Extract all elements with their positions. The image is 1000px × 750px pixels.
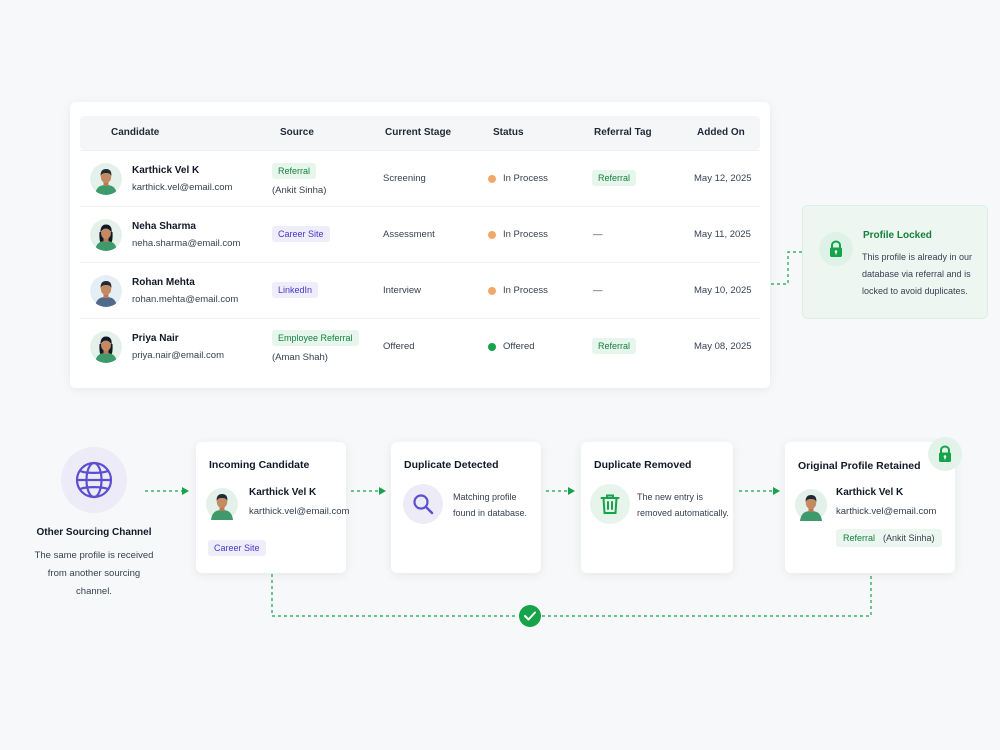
referral-chip: Referral [843,533,876,543]
globe-badge [61,447,127,513]
incoming-name: Karthick Vel K [249,487,317,498]
bracket-line-right [542,574,872,617]
arrow-head-icon [182,487,189,495]
referrer-name: (Ankit Sinha) [883,533,935,543]
removed-description: The new entry is removed automatically. [637,492,729,518]
trash-icon [600,494,620,514]
detected-description: Matching profile found in database. [453,492,528,518]
duplicate-removed-card[interactable]: Duplicate Removed The new entry is remov… [581,442,733,573]
incoming-email: karthick.vel@email.com [249,506,350,517]
search-icon [413,494,434,515]
channel-title: Other Sourcing Channel [36,527,152,538]
arrow-head-icon [568,487,575,495]
avatar [795,489,827,521]
arrow-head-icon [773,487,780,495]
referral-chip-group: Referral (Ankit Sinha) [836,529,942,547]
arrow-head-icon [379,487,386,495]
incoming-candidate-card[interactable]: Incoming Candidate Karthick Vel K karthi… [196,442,350,573]
lock-badge [928,437,962,471]
duplicate-detected-card[interactable]: Duplicate Detected Matching profile foun… [391,442,541,573]
source-chip: Career Site [208,540,266,556]
flow-connectors [145,251,872,627]
retained-name: Karthick Vel K [836,487,904,498]
retained-email: karthick.vel@email.com [836,506,937,517]
avatar [206,488,238,520]
removed-title: Duplicate Removed [594,459,692,471]
incoming-title: Incoming Candidate [209,459,310,471]
bracket-line-left [271,574,518,617]
search-badge [403,484,443,524]
globe-icon [75,461,113,499]
check-circle-icon [519,605,541,627]
lock-icon [935,444,955,464]
trash-badge [590,484,630,524]
lock-connector-line [771,251,802,285]
retained-title: Original Profile Retained [798,460,921,472]
channel-description: The same profile is received from anothe… [34,550,154,597]
detected-title: Duplicate Detected [404,459,499,471]
